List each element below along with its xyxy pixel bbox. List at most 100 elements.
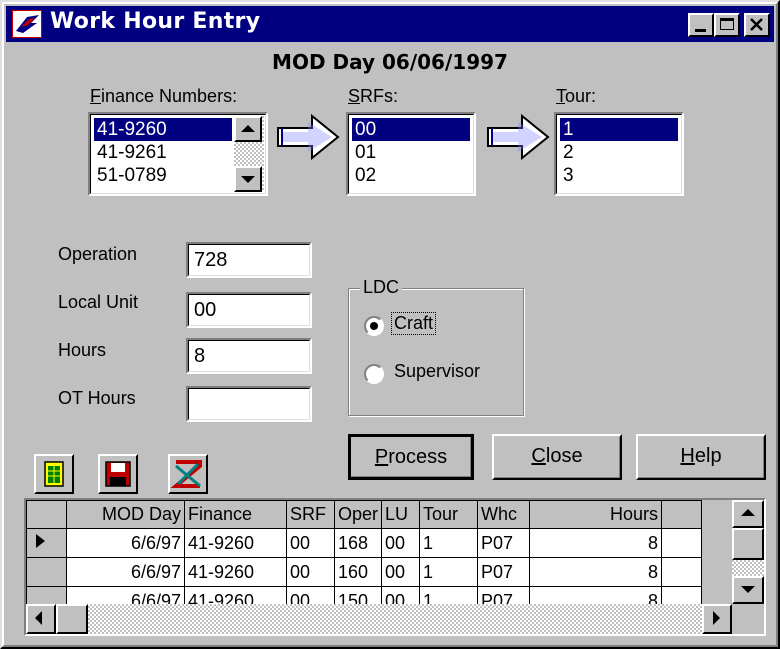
save-button[interactable] [98,454,138,494]
minimize-icon [695,29,706,32]
cell-oper[interactable]: 168 [333,528,383,558]
craft-radio-label[interactable]: Craft [390,312,437,335]
col-header-extra[interactable] [661,500,703,529]
cell-whc[interactable]: P07 [477,528,531,558]
grid-horizontal-scrollbar[interactable] [26,604,732,634]
grid-corner-cell [26,500,67,529]
finance-numbers-label: Finance Numbers: [90,86,238,106]
finance-scroll-down-button[interactable] [234,166,262,192]
maximize-icon [720,18,734,30]
grid-header-row: MOD Day Finance SRF Oper LU Tour Whc Hou… [26,500,703,529]
right-arrow-icon [487,113,550,161]
row-selector[interactable] [26,528,67,558]
mod-day-heading: MOD Day 06/06/1997 [272,50,508,74]
cell-finance[interactable]: 41-9260 [184,528,287,558]
cell-srf[interactable]: 00 [286,557,335,587]
current-row-arrow-icon [36,533,45,548]
grid-scroll-corner [732,604,764,634]
supervisor-radio-label[interactable]: Supervisor [394,361,480,382]
cell-mod-day[interactable]: 6/6/97 [66,557,185,587]
list-item[interactable]: 51-0789 [94,164,232,187]
tour-list[interactable]: 1 2 3 [554,112,684,196]
process-button[interactable]: Process [348,434,474,480]
list-item[interactable]: 2 [560,141,678,164]
ot-hours-field[interactable] [186,386,312,422]
table-row[interactable]: 6/6/97 41-9260 00 168 00 1 P07 8 [26,528,703,558]
cell-mod-day[interactable]: 6/6/97 [66,528,185,558]
title-bar[interactable]: Work Hour Entry [6,6,774,42]
arrow-left-icon [35,611,42,625]
col-header-mod-day[interactable]: MOD Day [66,500,185,529]
col-header-hours[interactable]: Hours [529,500,663,529]
ldc-groupbox [348,288,524,416]
cell-oper[interactable]: 160 [333,557,383,587]
supervisor-radio[interactable] [364,364,384,384]
grid-scroll-left-button[interactable] [26,604,56,634]
finance-numbers-list[interactable]: 41-9260 41-9261 51-0789 [88,112,268,196]
window-title: Work Hour Entry [50,9,261,34]
list-item[interactable]: 1 [560,118,678,141]
spreadsheet-button[interactable] [34,454,74,494]
ot-hours-label: OT Hours [58,388,136,408]
grid-scroll-thumb[interactable] [732,528,764,560]
cell-tour[interactable]: 1 [419,528,479,558]
arrow-down-icon [741,586,755,593]
arrow-up-icon [241,125,255,132]
close-button[interactable]: Close [492,434,622,480]
list-item[interactable]: 3 [560,164,678,187]
list-item[interactable]: 00 [352,118,470,141]
list-item[interactable]: 41-9260 [94,118,232,141]
srfs-list[interactable]: 00 01 02 [346,112,476,196]
local-unit-field[interactable]: 00 [186,292,312,328]
right-arrow-icon [277,113,340,161]
grid-scroll-down-button[interactable] [732,576,764,604]
hours-field[interactable]: 8 [186,338,312,374]
grid-scroll-right-button[interactable] [702,604,732,634]
list-item[interactable]: 01 [352,141,470,164]
arrow-up-icon [741,509,755,516]
arrow-down-icon [241,176,255,183]
close-icon [750,18,763,31]
cell-tour[interactable]: 1 [419,557,479,587]
work-hours-grid[interactable]: MOD Day Finance SRF Oper LU Tour Whc Hou… [24,498,766,636]
col-header-lu[interactable]: LU [381,500,421,529]
cell-finance[interactable]: 41-9260 [184,557,287,587]
work-hour-entry-window: Work Hour Entry MOD Day 06/06/1997 Finan… [0,0,780,649]
srfs-label: SRFs: [348,86,399,106]
craft-radio[interactable] [364,316,384,336]
maximize-button[interactable] [714,13,740,37]
list-item[interactable]: 02 [352,164,470,187]
col-header-whc[interactable]: Whc [477,500,531,529]
grid-scroll-up-button[interactable] [732,500,764,528]
cell-lu[interactable]: 00 [381,557,421,587]
operation-field[interactable]: 728 [186,242,312,278]
eagle-logo-icon [12,10,42,38]
clear-button[interactable] [168,454,208,494]
radio-selected-dot [370,322,378,330]
ldc-label: LDC [360,277,403,298]
cell-whc[interactable]: P07 [477,557,531,587]
col-header-tour[interactable]: Tour [419,500,479,529]
cell-extra[interactable] [661,557,703,587]
hours-value: 8 [194,345,206,367]
help-button[interactable]: Help [636,434,766,480]
cell-hours[interactable]: 8 [529,528,663,558]
close-window-button[interactable] [744,13,770,37]
minimize-button[interactable] [688,13,714,37]
cell-hours[interactable]: 8 [529,557,663,587]
local-unit-value: 00 [194,299,217,321]
save-disk-icon [105,461,131,487]
row-selector[interactable] [26,557,67,587]
local-unit-label: Local Unit [58,292,139,312]
cell-extra[interactable] [661,528,703,558]
col-header-finance[interactable]: Finance [184,500,287,529]
finance-scroll-up-button[interactable] [234,116,262,142]
grid-hscroll-thumb[interactable] [56,604,88,634]
col-header-srf[interactable]: SRF [286,500,335,529]
list-item[interactable]: 41-9261 [94,141,232,164]
table-row[interactable]: 6/6/97 41-9260 00 160 00 1 P07 8 [26,557,703,587]
col-header-oper[interactable]: Oper [333,500,383,529]
cell-srf[interactable]: 00 [286,528,335,558]
clear-x-icon [170,460,202,488]
cell-lu[interactable]: 00 [381,528,421,558]
